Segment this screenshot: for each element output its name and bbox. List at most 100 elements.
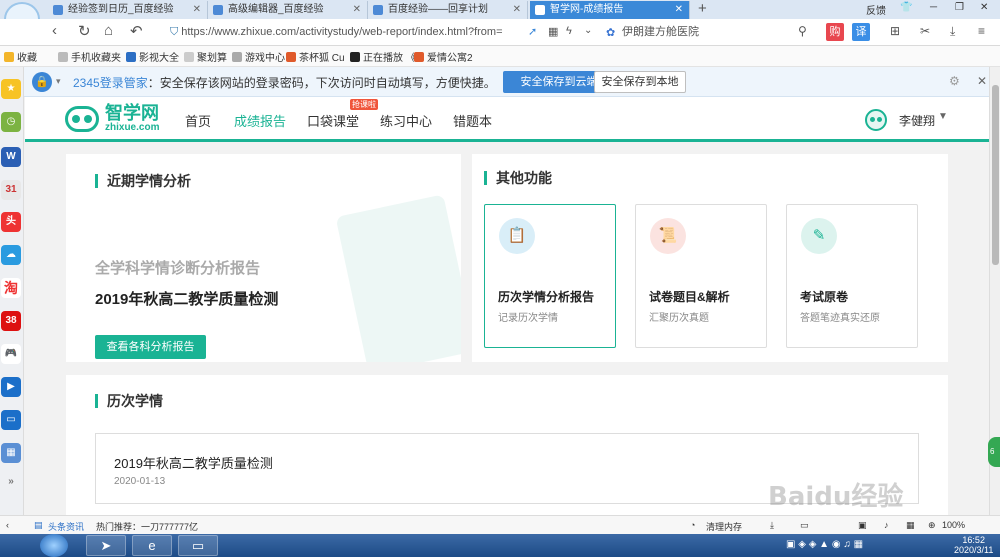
tab-1[interactable]: 经验签到日历_百度经验 ✕ [48,1,208,19]
minimize-button[interactable]: ─ [930,2,937,13]
gear-icon[interactable]: ⚙ [949,74,960,88]
download-icon[interactable]: ⤓ [770,520,774,531]
sound-icon[interactable]: ♪ [884,520,889,530]
star-icon[interactable]: ★ [1,79,21,99]
site-logo-text[interactable]: 智学网 [105,104,159,122]
apps-grid-icon[interactable]: ⊞ [890,24,900,38]
close-icon[interactable]: ✕ [193,1,201,18]
owl-logo-icon[interactable] [65,106,99,132]
bookmark-chabeihu[interactable]: 茶杯狐 Cu [286,49,345,64]
nav-practice-center[interactable]: 练习中心 [380,111,432,130]
feedback-link[interactable]: 反馈 [866,2,886,17]
tab-2[interactable]: 高级编辑器_百度经验 ✕ [208,1,368,19]
bookmark-juhuasuan[interactable]: 聚划算 [184,49,227,64]
floating-widget[interactable]: 6 [988,437,1000,467]
nav-mistake-book[interactable]: 错题本 [453,111,492,130]
paw-icon [373,5,383,15]
clock-icon[interactable]: ◷ [1,112,21,132]
close-window-button[interactable]: ✕ [980,2,988,13]
tab-4-active[interactable]: 智学网-成绩报告 ✕ [530,1,690,19]
close-icon[interactable]: ✕ [977,74,987,88]
new-tab-button[interactable]: + [698,0,707,17]
taskbar-ie-icon[interactable]: e [132,535,172,556]
bookmark-bar: 收藏 手机收藏夹 影视大全 聚划算 游戏中心 茶杯狐 Cu 正在播放 《 爱情公… [0,46,1000,67]
clean-memory-button[interactable]: 清理内存 [706,520,742,533]
close-icon[interactable]: ✕ [513,1,521,18]
url-input[interactable]: ⛉ https://www.zhixue.com/activitystudy/we… [170,23,610,42]
sale-icon[interactable]: 38 [1,311,21,331]
start-button[interactable] [40,534,68,557]
view-subject-reports-button[interactable]: 查看各科分析报告 [95,335,206,359]
refresh-icon[interactable]: ↻ [78,22,91,40]
taskbar-folder-icon[interactable]: ▭ [178,535,218,556]
close-icon[interactable]: ✕ [353,1,361,18]
news-link[interactable]: 头条资讯 [48,520,84,533]
expand-icon[interactable]: » [1,472,21,492]
word-icon[interactable]: W [1,147,21,167]
hot-recommend[interactable]: 热门推荐：一刀777777亿 [96,520,198,533]
save-local-button[interactable]: 安全保存到本地 [594,71,686,93]
zoom-level[interactable]: 100% [942,520,965,530]
nav-pocket-class[interactable]: 口袋课堂 [307,111,359,130]
chevron-left-icon[interactable]: ‹ [6,520,9,530]
taskbar-app-1[interactable]: ➤ [86,535,126,556]
taobao-icon[interactable]: 淘 [1,278,21,298]
lightning-icon[interactable]: ϟ [566,25,572,37]
nav-score-report[interactable]: 成绩报告 [234,111,286,130]
card-history-reports[interactable]: 📋 历次学情分析报告 记录历次学情 [484,204,616,348]
qr-icon[interactable]: ▦ [548,25,558,38]
chevron-down-icon[interactable]: ▾ [56,76,61,87]
video-icon[interactable]: ▶ [1,377,21,397]
calculator-icon[interactable]: ▦ [1,443,21,463]
search-input[interactable]: ✿ 伊朗建方舱医院 [604,23,816,42]
tray-icons[interactable]: ▣ ◈ ◈ ▲ ◉ ♫ ▦ [786,539,863,550]
search-icon[interactable]: ⚲ [798,24,807,38]
toutiao-icon[interactable]: 头 [1,212,21,232]
bookmark-label: 聚划算 [197,53,227,64]
gamepad-icon[interactable]: 🎮 [1,344,21,364]
monitor-icon[interactable]: ▭ [1,410,21,430]
history-item-title: 2019年秋高二教学质量检测 [114,456,273,471]
translate-icon[interactable]: 译 [852,23,870,41]
scissors-icon[interactable]: ✂ [920,24,930,38]
layout-icon[interactable]: ▦ [906,520,915,531]
bookmark-label: 手机收藏夹 [71,53,121,64]
bookmark-video[interactable]: 影视大全 [126,49,179,64]
card-original-paper[interactable]: ✎ 考试原卷 答题笔迹真实还原 [786,204,918,348]
calendar-icon[interactable]: 31 [1,180,21,200]
user-name[interactable]: 李健翔 [899,112,935,129]
menu-icon[interactable]: ≡ [978,24,985,38]
scrollbar-thumb[interactable] [992,85,999,265]
bookmark-mobile[interactable]: 手机收藏夹 [58,49,121,64]
maximize-button[interactable]: ❐ [955,2,964,13]
nav-home[interactable]: 首页 [185,111,211,130]
address-bar: ‹ ↻ ⌂ ↶ ⛉ https://www.zhixue.com/activity… [0,19,1000,46]
tab-3[interactable]: 百度经验——回享计划 ✕ [368,1,528,19]
skin-icon[interactable]: 👕 [900,2,912,13]
home-icon[interactable]: ⌂ [104,22,113,39]
paw-icon [53,5,63,15]
password-manager-bar: 🔒 ▾ 2345登录管家：安全保存该网站的登录密码，下次访问时自动填写，方便快捷… [24,67,1000,97]
back-icon[interactable]: ‹ [52,22,57,39]
bookmark-favorites[interactable]: 收藏 [4,49,37,64]
bookmark-games[interactable]: 游戏中心 [232,49,285,64]
system-clock[interactable]: 16:52 2020/3/11 [954,535,993,555]
rocket-icon[interactable]: ➚ [528,25,537,38]
window-icon[interactable]: ▭ [800,520,809,531]
user-avatar[interactable] [865,109,887,131]
undo-icon[interactable]: ↶ [130,22,143,40]
screenshot-icon[interactable]: ▣ [858,520,867,531]
bookmark-ipartment[interactable]: 爱情公寓2 [414,49,473,64]
tab-title: 智学网-成绩报告 [550,4,624,15]
shopping-icon[interactable]: 购 [826,23,844,41]
chevron-down-icon[interactable]: ⌄ [584,25,592,36]
card-exam-questions[interactable]: 📜 试卷题目&解析 汇聚历次真题 [635,204,767,348]
close-icon[interactable]: ✕ [675,1,683,18]
download-icon[interactable]: ⤓ [950,24,955,39]
paper-roll-icon: ✎ [801,218,837,254]
caret-down-icon[interactable]: ▼ [938,111,948,122]
baidu-paw-icon: ✿ [606,27,616,39]
bookmark-playing[interactable]: 正在播放 《 [350,49,416,64]
weather-icon[interactable]: ☁ [1,245,21,265]
zoom-icon[interactable]: ⊕ [928,520,936,531]
